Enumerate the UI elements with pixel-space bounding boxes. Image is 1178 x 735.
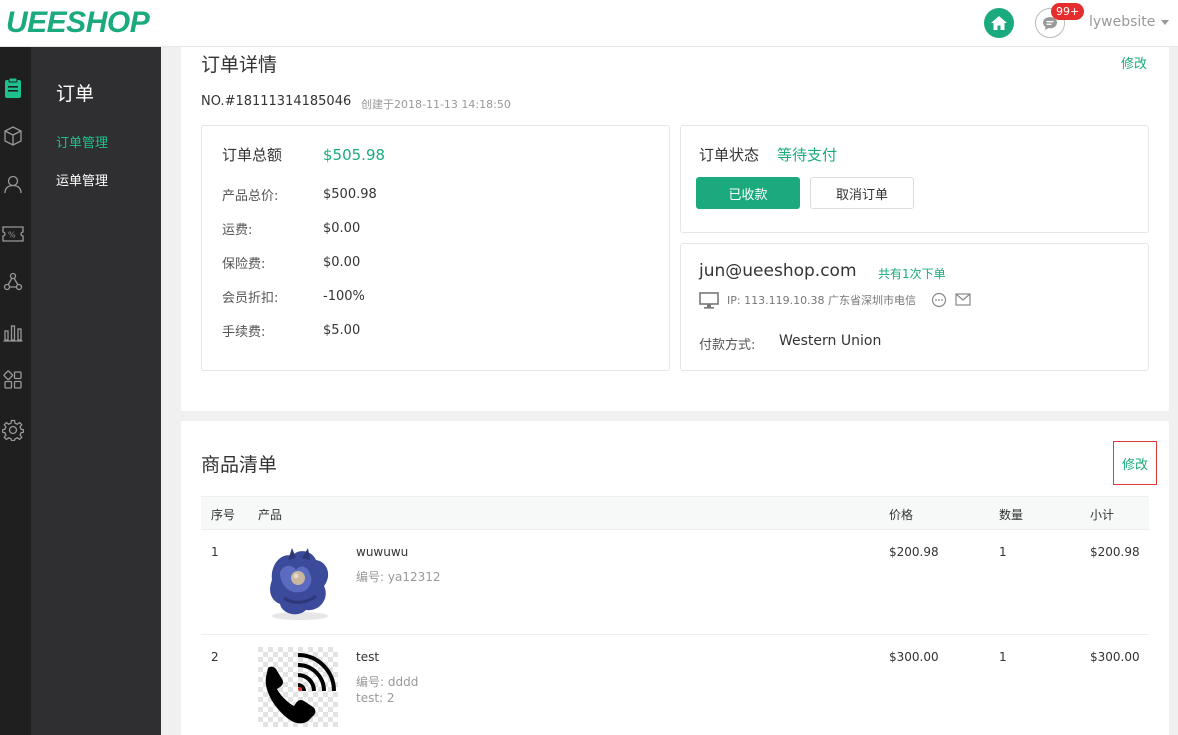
insurance-label: 保险费: [222,257,266,272]
product-image[interactable] [258,542,338,622]
product-subtotal: $200.98 [1090,545,1140,559]
product-subtotal: $300.00 [1090,650,1140,664]
order-amount-box: 订单总额 $505.98 产品总价: $500.98 运费: $0.00 保险费… [201,125,670,371]
shipping-label: 运费: [222,223,253,238]
product-quantity: 1 [999,545,1007,559]
product-list-title: 商品清单 [201,454,278,476]
customer-ip: IP: 113.119.10.38 广东省深圳市电信 [727,294,917,307]
shipping-value: $0.00 [323,221,361,236]
order-status-label: 订单状态 [699,146,760,164]
orders-icon[interactable] [2,77,24,99]
home-button[interactable] [984,8,1014,38]
user-icon[interactable] [2,173,24,195]
svg-text:%: % [8,231,16,240]
table-row: 1 wuwuwu 编号: ya12312 $200.98 1 $200.98 [201,530,1149,635]
order-edit-link[interactable]: 修改 [1121,53,1147,72]
order-number: NO.#18111314185046 [201,94,352,109]
handling-fee-label: 手续费: [222,325,266,340]
product-total-label: 产品总价: [222,189,279,204]
box-icon[interactable] [2,125,24,147]
insurance-value: $0.00 [323,255,361,270]
username[interactable]: lywebsite [1089,14,1155,30]
payment-method-label: 付款方式: [699,338,756,353]
order-total-value: $505.98 [323,146,386,164]
chart-icon[interactable] [2,321,24,343]
share-icon[interactable] [2,271,24,293]
customer-info-box: jun@ueeshop.com 共有1次下单 IP: 113.119.10.38… [680,243,1149,371]
logo[interactable]: UEESHOP [6,6,150,40]
column-subtotal: 小计 [1090,508,1115,522]
order-details-title: 订单详情 [201,54,278,76]
table-header: 序号 产品 价格 数量 小计 [201,496,1149,530]
column-quantity: 数量 [999,508,1024,522]
apps-icon[interactable] [2,369,24,391]
order-created-time: 创建于2018-11-13 14:18:50 [361,98,511,111]
sidebar-item-order-management[interactable]: 订单管理 [56,132,108,151]
customer-email[interactable]: jun@ueeshop.com [699,261,857,281]
product-price: $300.00 [889,650,939,664]
product-edit-button[interactable]: 修改 [1113,441,1157,485]
row-index: 1 [211,545,219,559]
product-name[interactable]: wuwuwu [356,545,408,559]
order-status-box: 订单状态 等待支付 已收款 取消订单 [680,125,1149,233]
product-name[interactable]: test [356,650,379,664]
product-total-value: $500.98 [323,187,377,202]
coupon-icon[interactable]: % [2,223,24,245]
notification-badge: 99+ [1051,3,1085,20]
chat-bubble-icon[interactable] [931,292,947,308]
order-status-value: 等待支付 [777,146,838,164]
payment-method-value: Western Union [779,333,882,349]
sidebar-item-waybill-management[interactable]: 运单管理 [56,170,108,189]
order-details-card: 订单详情 修改 NO.#18111314185046 创建于2018-11-13… [181,47,1169,411]
product-price: $200.98 [889,545,939,559]
sidebar: 订单 订单管理 运单管理 [31,47,161,735]
handling-fee-value: $5.00 [323,323,361,338]
column-product: 产品 [258,508,283,522]
sidebar-title: 订单 [56,83,95,105]
product-image[interactable] [258,647,338,727]
product-sku: 编号: ya12312 [356,570,441,584]
icon-rail: % [0,47,31,735]
member-discount-value: -100% [323,289,365,304]
column-price: 价格 [889,508,914,522]
cancel-order-button[interactable]: 取消订单 [810,177,914,209]
chevron-down-icon[interactable] [1161,20,1169,25]
customer-order-count[interactable]: 共有1次下单 [878,265,946,282]
mail-icon[interactable] [955,293,971,306]
table-row: 2 test 编号: dddd test: 2 $300.00 1 $300.0… [201,635,1149,735]
product-list-card: 商品清单 修改 序号 产品 价格 数量 小计 1 wuwuwu 编号: ya12… [181,421,1169,735]
member-discount-label: 会员折扣: [222,291,279,306]
product-quantity: 1 [999,650,1007,664]
mark-received-button[interactable]: 已收款 [696,177,800,209]
gear-icon[interactable] [2,419,24,441]
home-icon [991,16,1007,30]
product-sku: 编号: dddd [356,675,419,689]
top-bar: UEESHOP 99+ lywebsite [0,0,1178,47]
column-index: 序号 [211,508,236,522]
order-total-label: 订单总额 [222,146,283,164]
product-attribute: test: 2 [356,691,395,705]
row-index: 2 [211,650,219,664]
monitor-icon [699,292,719,309]
